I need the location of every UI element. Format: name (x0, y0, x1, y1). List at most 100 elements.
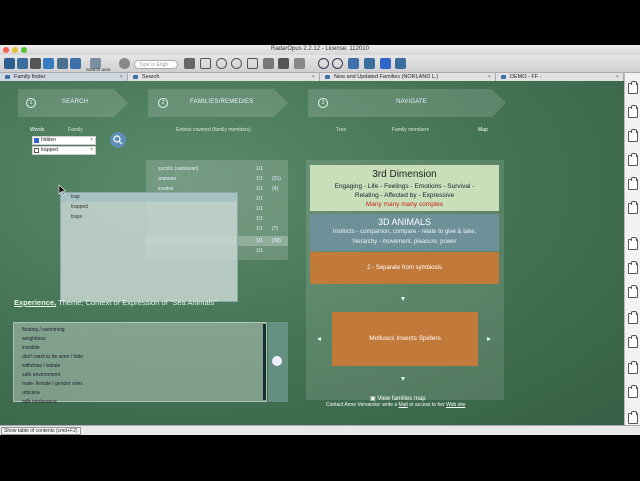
dimension-line: Relating - Affected by - Expressive (354, 192, 455, 199)
list-item[interactable]: floating / swimming (22, 327, 65, 333)
forward-icon[interactable] (231, 58, 242, 69)
step-label: SEARCH (62, 99, 89, 105)
molluscs-box[interactable]: Molluscs Insects Spiders (332, 312, 478, 366)
list-item[interactable]: sycotic (sankaran) 1/1 (146, 164, 288, 174)
stack-icon[interactable] (57, 58, 68, 69)
tab-search[interactable]: Search × (128, 73, 320, 81)
search-button[interactable] (110, 132, 126, 148)
clipboard-icon[interactable] (628, 237, 638, 250)
folder-icon[interactable] (43, 58, 54, 69)
bird-icon[interactable] (70, 58, 81, 69)
symbiosis-box[interactable]: 2 - Separate from symbiosis (310, 252, 499, 284)
step-navigate[interactable]: 3 NAVIGATE (308, 89, 506, 117)
clipboard-icon[interactable] (628, 285, 638, 298)
list-item[interactable]: male- female / gender roles (22, 381, 83, 387)
arrow-down-icon[interactable] (400, 296, 406, 302)
list-item[interactable]: don't want to be seen / hide (22, 354, 83, 360)
star-icon[interactable] (200, 58, 211, 69)
contact-text: or access to her (407, 402, 447, 408)
autocomplete-item[interactable]: trap (61, 193, 237, 202)
close-icon[interactable]: × (616, 73, 619, 81)
list-item[interactable]: withdraw / isolate (22, 363, 60, 369)
flag-icon[interactable] (380, 58, 391, 69)
tab-label: New and Updated Families (NORLAND L.) (334, 74, 439, 80)
zoom-in-icon[interactable] (318, 58, 329, 69)
clipboard-icon[interactable] (628, 153, 638, 166)
close-icon[interactable]: × (312, 73, 315, 81)
arrow-left-icon[interactable] (316, 336, 322, 342)
clipboard-icon[interactable] (628, 335, 638, 348)
clipboard-icon[interactable] (628, 261, 638, 274)
animal-icon[interactable] (30, 58, 41, 69)
subtab-words[interactable]: Words (30, 127, 44, 133)
family-count: (21) (272, 176, 281, 182)
subtab-entries[interactable]: Entries covered (family members) (176, 127, 251, 133)
magnifier-icon[interactable] (119, 58, 130, 69)
close-icon[interactable]: × (120, 73, 123, 81)
website-link[interactable]: Web site (446, 402, 465, 408)
clipboard-icon[interactable] (628, 361, 638, 374)
step-families[interactable]: 2 FAMILIES/REMEDIES (148, 89, 288, 117)
clipboard-icon[interactable] (628, 201, 638, 214)
step-search[interactable]: 1 SEARCH (18, 89, 128, 117)
subtab-family-members[interactable]: Family members (392, 127, 429, 133)
mail-link[interactable]: Mail (399, 402, 408, 408)
contact-line: Contact Anne Vervarcke: write a Mail or … (326, 402, 496, 408)
clipboard-icon[interactable] (628, 105, 638, 118)
scrollbar[interactable] (263, 324, 266, 400)
dimension-box[interactable]: 3rd Dimension Engaging - Life - Feelings… (310, 165, 499, 211)
list-item[interactable]: safe environment (22, 372, 60, 378)
tab-family-finder[interactable]: Family finder × (0, 73, 128, 81)
word-entry[interactable]: hidden × (32, 136, 96, 145)
word-entry[interactable]: trapped × (32, 146, 96, 155)
compass-icon[interactable] (272, 356, 282, 366)
clipboard-icon[interactable] (628, 411, 638, 424)
clipboard-icon[interactable] (628, 311, 638, 324)
list-icon[interactable] (184, 58, 195, 69)
search-input[interactable]: Type in Engli (134, 60, 178, 69)
subtab-family[interactable]: Family (68, 127, 83, 133)
word-checkbox[interactable] (34, 138, 39, 143)
view-families-map-link[interactable]: ▣ View families map (370, 395, 426, 402)
subtab-map[interactable]: Map (478, 127, 488, 133)
arrow-down-icon[interactable] (400, 376, 406, 382)
animals-box[interactable]: 3D ANIMALS Instincts - companion, compar… (310, 214, 499, 251)
step-label: NAVIGATE (396, 99, 428, 105)
list-item[interactable]: urticaria (22, 390, 40, 396)
tab-new-families[interactable]: New and Updated Families (NORLAND L.) × (320, 73, 496, 81)
arrow-right-icon[interactable] (486, 336, 492, 342)
subtab-tree[interactable]: Tree (336, 127, 346, 133)
animals-title: 3D ANIMALS (377, 217, 432, 227)
library-icon[interactable] (17, 58, 28, 69)
family-fraction: 1/1 (256, 186, 263, 192)
autocomplete-item[interactable]: traps (61, 213, 237, 222)
back-icon[interactable] (216, 58, 227, 69)
clipboard-icon[interactable] (628, 385, 638, 398)
search-area-label: Search area (86, 67, 111, 72)
list-item[interactable]: invisible (22, 345, 40, 351)
grid-icon[interactable] (348, 58, 359, 69)
word-checkbox[interactable] (34, 148, 39, 153)
list-item[interactable]: milk intolerance (22, 399, 57, 405)
close-icon[interactable]: × (488, 73, 491, 81)
book-icon[interactable] (4, 58, 15, 69)
clipboard-icon[interactable] (628, 81, 638, 94)
family-fraction: 1/1 (256, 248, 263, 254)
experience-link[interactable]: Experience, (14, 298, 56, 307)
autocomplete-dropdown: trap trapped traps (60, 192, 238, 302)
animal2-icon[interactable] (278, 58, 289, 69)
chat-icon[interactable] (395, 58, 406, 69)
autocomplete-item[interactable]: trapped (61, 203, 237, 212)
camera-icon[interactable] (364, 58, 375, 69)
zoom-out-icon[interactable] (332, 58, 343, 69)
graph-icon[interactable] (294, 58, 305, 69)
tools-icon[interactable] (263, 58, 274, 69)
close-icon[interactable]: × (90, 137, 93, 144)
close-icon[interactable]: × (90, 147, 93, 154)
copy-icon[interactable] (247, 58, 258, 69)
clipboard-icon[interactable] (628, 177, 638, 190)
clipboard-icon[interactable] (628, 129, 638, 142)
list-item[interactable]: weightless (22, 336, 45, 342)
list-item[interactable]: araneae 1/1 (21) (146, 174, 288, 184)
tab-demo[interactable]: DEMO - FF - × (496, 73, 624, 81)
